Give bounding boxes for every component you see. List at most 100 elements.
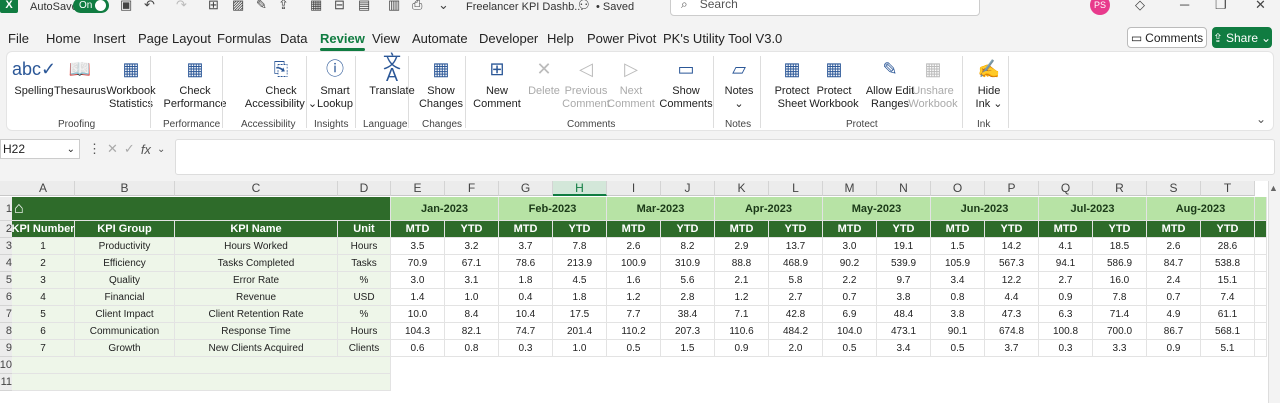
group-proofing: Proofing — [58, 119, 96, 130]
column-header-n[interactable]: N — [877, 181, 931, 196]
table-cell: 110.6 — [715, 323, 769, 340]
thesaurus-icon: 📖 — [68, 58, 92, 79]
ribbon-workbook-stats-button[interactable]: ▦ Workbook Statistics — [97, 55, 165, 111]
redo-icon[interactable]: ↷ — [176, 0, 187, 13]
cancel-icon[interactable]: ✕ — [107, 141, 118, 157]
column-header-t[interactable]: T — [1201, 181, 1255, 196]
column-header-e[interactable]: E — [391, 181, 445, 196]
row-header-11[interactable]: 11 — [0, 374, 12, 391]
ribbon-check-performance-button[interactable]: ▦ Check Performance — [158, 55, 232, 111]
column-header-q[interactable]: Q — [1039, 181, 1093, 196]
ribbon-label: Comment — [473, 98, 521, 110]
ribbon-unshare-workbook-button[interactable]: ▦ Unshare Workbook — [905, 55, 961, 111]
save-icon[interactable]: ▣ — [120, 0, 132, 13]
collapse-ribbon-icon[interactable]: ⌄ — [1256, 112, 1266, 126]
column-header-c[interactable]: C — [175, 181, 338, 196]
close-icon[interactable]: ✕ — [1255, 0, 1266, 13]
ribbon-new-comment-button[interactable]: ⊞ New Comment — [472, 55, 522, 111]
row-header-3[interactable]: 3 — [0, 238, 12, 255]
menu-help[interactable]: Help — [547, 31, 574, 46]
saved-status[interactable]: • Saved — [596, 0, 634, 14]
minimize-icon[interactable]: ─ — [1180, 0, 1189, 12]
undo-icon[interactable]: ↶ — [144, 0, 155, 13]
menu-home[interactable]: Home — [46, 31, 81, 46]
column-header-r[interactable]: R — [1093, 181, 1147, 196]
row-header-4[interactable]: 4 — [0, 255, 12, 272]
grid-icon[interactable]: ▦ — [310, 0, 322, 13]
ribbon-next-comment-button[interactable]: ▷ Next Comment — [606, 55, 656, 111]
row-header-5[interactable]: 5 — [0, 272, 12, 289]
home-icon[interactable]: ⌂ — [12, 197, 391, 221]
menu-pk-s-utility-tool-v3-0[interactable]: PK's Utility Tool V3.0 — [663, 31, 782, 46]
calc-icon[interactable]: ▥ — [388, 0, 400, 13]
print-icon[interactable]: ⎙ — [412, 0, 422, 13]
image-icon[interactable]: ▨ — [232, 0, 244, 13]
menu-formulas[interactable]: Formulas — [217, 31, 271, 46]
column-header-d[interactable]: D — [338, 181, 391, 196]
column-header-s[interactable]: S — [1147, 181, 1201, 196]
column-header-l[interactable]: L — [769, 181, 823, 196]
avatar[interactable]: PS — [1090, 0, 1110, 15]
column-header-i[interactable]: I — [607, 181, 661, 196]
function-icon[interactable]: fx — [141, 142, 151, 157]
merge-icon[interactable]: ▤ — [358, 0, 370, 13]
customize-qat-icon[interactable]: ⌄ — [438, 0, 449, 13]
ribbon-smart-lookup-button[interactable]: ⓘ Smart Lookup — [313, 55, 357, 111]
table-icon[interactable]: ⊞ — [208, 0, 219, 13]
share-quick-icon[interactable]: ⇪ — [278, 0, 289, 13]
formula-input[interactable] — [175, 139, 1275, 175]
column-header-a[interactable]: A — [12, 181, 75, 196]
menu-power-pivot[interactable]: Power Pivot — [587, 31, 656, 46]
menu-page-layout[interactable]: Page Layout — [138, 31, 211, 46]
name-box[interactable]: H22 ⌄ — [0, 139, 80, 159]
menu-insert[interactable]: Insert — [93, 31, 126, 46]
menu-view[interactable]: View — [372, 31, 400, 46]
comments-button[interactable]: ▭ Comments — [1127, 27, 1207, 48]
column-header-p[interactable]: P — [985, 181, 1039, 196]
ribbon-translate-button[interactable]: 文A Translate — [361, 53, 423, 98]
ribbon-protect-workbook-button[interactable]: ▦ Protect Workbook — [806, 55, 862, 111]
format-icon[interactable]: ✎ — [256, 0, 267, 13]
formula-controls: ⋮ ✕ ✓ fx ⌄ — [84, 139, 174, 159]
column-header-m[interactable]: M — [823, 181, 877, 196]
diamond-icon[interactable]: ◇ — [1135, 0, 1145, 13]
ribbon-show-changes-button[interactable]: ▦ Show Changes — [416, 55, 466, 111]
border-icon[interactable]: ⊟ — [334, 0, 345, 13]
vertical-scrollbar[interactable] — [1268, 181, 1280, 403]
column-header-f[interactable]: F — [445, 181, 499, 196]
search-box[interactable]: ⌕ Search — [670, 0, 980, 16]
column-header-k[interactable]: K — [715, 181, 769, 196]
scroll-up-icon[interactable]: ▲ — [1269, 183, 1278, 193]
row-header-6[interactable]: 6 — [0, 289, 12, 306]
column-header-g[interactable]: G — [499, 181, 553, 196]
row-header-8[interactable]: 8 — [0, 323, 12, 340]
row-header-10[interactable]: 10 — [0, 357, 12, 374]
table-cell: 28.6 — [1201, 238, 1255, 255]
row-header-1[interactable]: 1 — [0, 197, 12, 221]
row-header-9[interactable]: 9 — [0, 340, 12, 357]
autosave-toggle[interactable]: On — [73, 0, 109, 13]
row-header-7[interactable]: 7 — [0, 306, 12, 323]
row-header-2[interactable]: 2 — [0, 221, 12, 238]
menu-file[interactable]: File — [8, 31, 29, 46]
share-button[interactable]: ⇪ Share ⌄ — [1212, 27, 1272, 48]
ribbon-notes-button[interactable]: ▱ Notes ⌄ — [720, 55, 758, 111]
restore-icon[interactable]: ❐ — [1215, 0, 1227, 13]
table-cell: 90.2 — [823, 255, 877, 272]
ribbon-show-comments-button[interactable]: ▭ Show Comments — [658, 55, 714, 111]
column-header-h[interactable]: H — [553, 181, 607, 196]
menu-data[interactable]: Data — [280, 31, 307, 46]
menu-developer[interactable]: Developer — [479, 31, 538, 46]
select-all-corner[interactable] — [0, 181, 12, 196]
more-icon[interactable]: ⋮ — [88, 141, 101, 157]
column-header-j[interactable]: J — [661, 181, 715, 196]
ribbon-label: New — [485, 85, 508, 97]
column-header-o[interactable]: O — [931, 181, 985, 196]
ribbon-hide-ink-button[interactable]: ✍ Hide Ink ⌄ — [970, 55, 1008, 111]
menu-review[interactable]: Review — [320, 31, 365, 51]
document-title[interactable]: Freelancer KPI Dashb... — [466, 0, 583, 14]
column-header-b[interactable]: B — [75, 181, 175, 196]
chevron-down-icon[interactable]: ⌄ — [157, 144, 165, 155]
menu-automate[interactable]: Automate — [412, 31, 468, 46]
enter-icon[interactable]: ✓ — [124, 141, 135, 157]
